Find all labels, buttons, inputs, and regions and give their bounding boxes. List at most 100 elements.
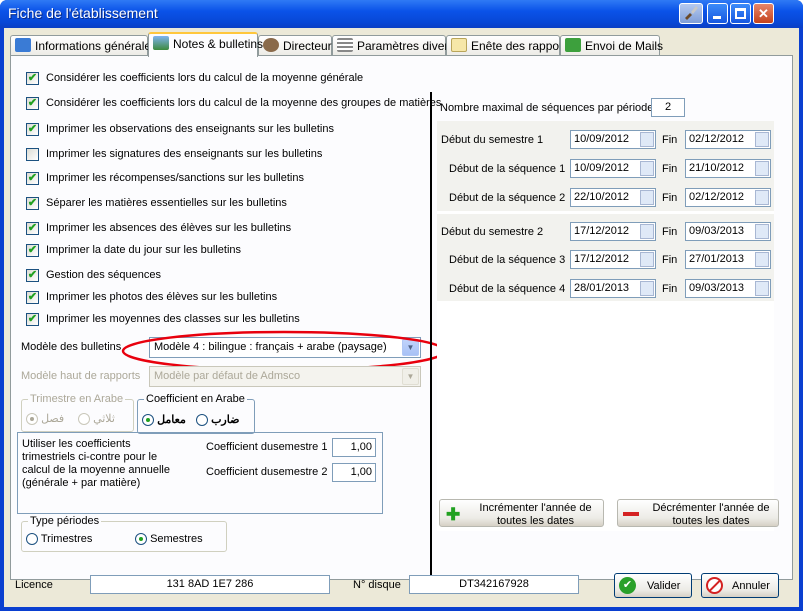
calendar-icon[interactable] — [755, 252, 769, 267]
checkbox[interactable]: ✔ — [26, 244, 39, 257]
checkmark-icon: ✔ — [619, 577, 636, 594]
title-bar[interactable]: Fiche de l'établissement ✕ — [0, 0, 803, 28]
cancel-icon — [706, 577, 723, 594]
calendar-icon[interactable] — [755, 161, 769, 176]
trimestre-arabe-group: Trimestre en Arabe فصل ثلاثي — [21, 393, 134, 432]
fin-label: Fin — [662, 134, 678, 146]
document-icon — [451, 38, 467, 52]
radio-semestres[interactable]: Semestres — [135, 533, 203, 546]
semester-row: Début du semestre 2 17/12/2012 Fin 09/03/20… — [437, 221, 774, 245]
brush-icon[interactable] — [679, 3, 703, 24]
cancel-button[interactable]: Annuler — [701, 573, 779, 598]
end-date-input[interactable]: 21/10/2012 — [685, 159, 771, 178]
period-divider — [437, 211, 774, 214]
validate-button[interactable]: ✔ Valider — [614, 573, 692, 598]
calendar-icon[interactable] — [640, 281, 654, 296]
type-periodes-group: Type périodes Trimestres Semestres — [21, 515, 227, 552]
periods-list: Début du semestre 1 10/09/2012 Fin 02/12/20… — [437, 121, 774, 301]
tab-notes-bulletins[interactable]: Notes & bulletins — [148, 32, 263, 57]
max-sequences-label: Nombre maximal de séquences par période — [440, 102, 654, 114]
fin-label: Fin — [662, 254, 678, 266]
calendar-icon[interactable] — [640, 190, 654, 205]
sequence-row: Début de la séquence 4 28/01/2013 Fin 09/03… — [437, 278, 774, 302]
plus-icon: ✚ — [446, 505, 461, 524]
start-date-input[interactable]: 17/12/2012 — [570, 222, 656, 241]
end-date-input[interactable]: 09/03/2013 — [685, 222, 771, 241]
increment-dates-button[interactable]: ✚ Incrémenter l'année de toutes les date… — [439, 499, 604, 527]
checkbox[interactable]: ✔ — [26, 222, 39, 235]
calendar-icon[interactable] — [755, 190, 769, 205]
checkbox[interactable]: ✔ — [26, 197, 39, 210]
coef-s1-input[interactable]: 1,00 — [332, 438, 376, 457]
minus-icon — [623, 512, 639, 516]
calendar-icon[interactable] — [755, 281, 769, 296]
fin-label: Fin — [662, 163, 678, 175]
tab-directeur[interactable]: Directeur — [258, 35, 332, 56]
radio-trimestres[interactable]: Trimestres — [26, 533, 92, 546]
period-label: Début de la séquence 1 — [449, 163, 566, 175]
calendar-icon[interactable] — [640, 161, 654, 176]
calendar-icon[interactable] — [640, 252, 654, 267]
window-title: Fiche de l'établissement — [8, 5, 158, 21]
vertical-separator — [430, 92, 432, 575]
start-date-input[interactable]: 10/09/2012 — [570, 130, 656, 149]
minimize-button[interactable] — [707, 3, 728, 24]
period-label: Début de la séquence 3 — [449, 254, 566, 266]
start-date-input[interactable]: 10/09/2012 — [570, 159, 656, 178]
coef-arabe-group: Coefficient en Arabe معامل ضارب — [137, 393, 255, 434]
radio-fasl[interactable]: فصل — [26, 412, 64, 426]
checkbox[interactable]: ✔ — [26, 172, 39, 185]
sequence-row: Début de la séquence 3 17/12/2012 Fin 27/01… — [437, 249, 774, 273]
tab-entete-rapports[interactable]: Enête des rapports — [446, 35, 572, 56]
tab-parametres-divers[interactable]: Paramètres divers — [332, 35, 454, 56]
radio-mouamil[interactable]: معامل — [142, 413, 186, 427]
period-label: Début de la séquence 2 — [449, 192, 566, 204]
end-date-input[interactable]: 27/01/2013 — [685, 250, 771, 269]
checkbox[interactable] — [26, 148, 39, 161]
decrement-dates-button[interactable]: Décrémenter l'année de toutes les dates — [617, 499, 779, 527]
close-button[interactable]: ✕ — [753, 3, 774, 24]
maximize-button[interactable] — [730, 3, 751, 24]
period-label: Début de la séquence 4 — [449, 283, 566, 295]
disk-label: N° disque — [353, 579, 401, 591]
calendar-icon[interactable] — [755, 224, 769, 239]
fin-label: Fin — [662, 192, 678, 204]
end-date-input[interactable]: 02/12/2012 — [685, 188, 771, 207]
end-date-input[interactable]: 09/03/2013 — [685, 279, 771, 298]
coef-s2-input[interactable]: 1,00 — [332, 463, 376, 482]
checkbox[interactable]: ✔ — [26, 97, 39, 110]
radio-thulathi[interactable]: ثلاثي — [78, 412, 115, 426]
tab-envoi-mails[interactable]: Envoi de Mails — [560, 35, 663, 56]
checkbox[interactable]: ✔ — [26, 72, 39, 85]
chevron-down-icon: ▼ — [402, 368, 419, 385]
fin-label: Fin — [662, 226, 678, 238]
modele-rapports-label: Modèle haut de rapports — [21, 370, 141, 382]
licence-field: 131 8AD 1E7 286 — [90, 575, 330, 594]
disk-field: DT342167928 — [409, 575, 579, 594]
list-icon — [337, 38, 353, 52]
image-icon — [153, 36, 169, 50]
checkbox[interactable]: ✔ — [26, 269, 39, 282]
start-date-input[interactable]: 28/01/2013 — [570, 279, 656, 298]
semester-row: Début du semestre 1 10/09/2012 Fin 02/12/20… — [437, 129, 774, 153]
max-sequences-input[interactable]: 2 — [651, 98, 685, 117]
calendar-icon[interactable] — [640, 224, 654, 239]
checkbox[interactable]: ✔ — [26, 313, 39, 326]
period-label: Début du semestre 2 — [441, 226, 544, 238]
calendar-icon[interactable] — [755, 132, 769, 147]
coef-s2-label: Coefficient dusemestre 2 — [206, 466, 328, 478]
modele-rapports-select[interactable]: Modèle par défaut de Admsco ▼ — [149, 366, 421, 387]
tab-informations-generales[interactable]: Informations générales — [10, 35, 157, 56]
radio-darib[interactable]: ضارب — [196, 413, 239, 427]
calendar-icon[interactable] — [640, 132, 654, 147]
coef-s1-label: Coefficient dusemestre 1 — [206, 441, 328, 453]
sequence-row: Début de la séquence 2 22/10/2012 Fin 02/12… — [437, 187, 774, 211]
tab-strip: Informations générales Notes & bulletins… — [10, 32, 790, 57]
sequence-row: Début de la séquence 1 10/09/2012 Fin 21/10… — [437, 158, 774, 182]
start-date-input[interactable]: 17/12/2012 — [570, 250, 656, 269]
start-date-input[interactable]: 22/10/2012 — [570, 188, 656, 207]
checkbox[interactable]: ✔ — [26, 291, 39, 304]
mail-icon — [565, 38, 581, 52]
checkbox[interactable]: ✔ — [26, 123, 39, 136]
end-date-input[interactable]: 02/12/2012 — [685, 130, 771, 149]
